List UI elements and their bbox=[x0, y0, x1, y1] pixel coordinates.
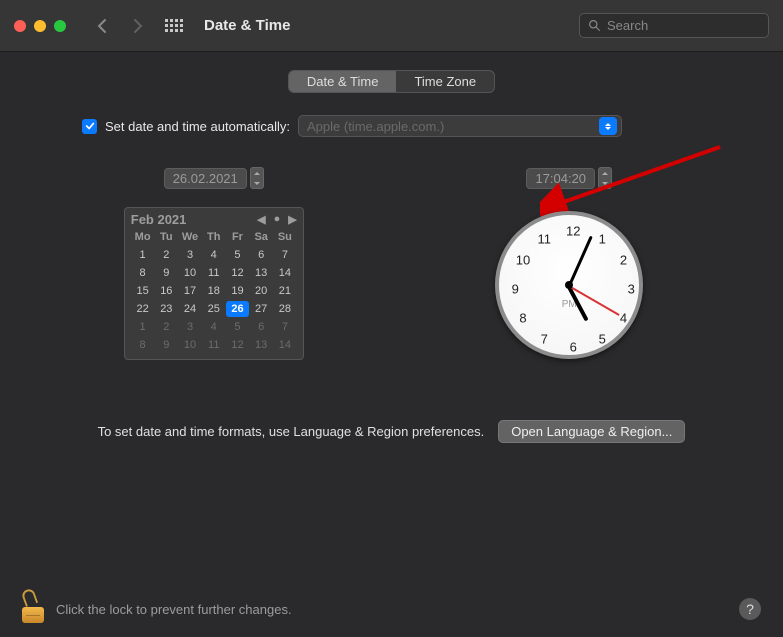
clock-number: 8 bbox=[514, 311, 532, 326]
calendar-dow: We bbox=[178, 229, 202, 245]
calendar-day[interactable]: 13 bbox=[249, 337, 273, 353]
calendar-day[interactable]: 28 bbox=[273, 301, 297, 317]
calendar-day[interactable]: 12 bbox=[226, 265, 250, 281]
calendar-day[interactable]: 3 bbox=[178, 319, 202, 335]
calendar-day[interactable]: 3 bbox=[178, 247, 202, 263]
set-automatically-checkbox[interactable] bbox=[82, 119, 97, 134]
chevron-updown-icon bbox=[599, 117, 617, 135]
grid-icon bbox=[165, 19, 183, 32]
window-title: Date & Time bbox=[204, 17, 290, 34]
back-button[interactable] bbox=[88, 14, 116, 38]
clock-number: 6 bbox=[564, 340, 582, 355]
calendar-day[interactable]: 7 bbox=[273, 319, 297, 335]
search-input[interactable]: Search bbox=[579, 13, 769, 38]
calendar-day[interactable]: 14 bbox=[273, 337, 297, 353]
lock-message: Click the lock to prevent further change… bbox=[56, 602, 292, 617]
calendar-day[interactable]: 8 bbox=[131, 265, 155, 281]
calendar-day[interactable]: 11 bbox=[202, 337, 226, 353]
calendar-dow: Su bbox=[273, 229, 297, 245]
time-server-dropdown[interactable]: Apple (time.apple.com.) bbox=[298, 115, 622, 137]
calendar-day[interactable]: 8 bbox=[131, 337, 155, 353]
calendar-day[interactable]: 10 bbox=[178, 265, 202, 281]
calendar-dow: Tu bbox=[154, 229, 178, 245]
clock-number: 11 bbox=[535, 231, 553, 246]
calendar-day[interactable]: 4 bbox=[202, 319, 226, 335]
calendar-day[interactable]: 24 bbox=[178, 301, 202, 317]
minimize-window-button[interactable] bbox=[34, 20, 46, 32]
calendar-day[interactable]: 19 bbox=[226, 283, 250, 299]
clock-number: 2 bbox=[614, 253, 632, 268]
calendar-day[interactable]: 12 bbox=[226, 337, 250, 353]
open-language-region-button[interactable]: Open Language & Region... bbox=[498, 420, 685, 443]
calendar-day[interactable]: 6 bbox=[249, 319, 273, 335]
tab-time-zone[interactable]: Time Zone bbox=[396, 71, 494, 92]
time-field[interactable]: 17:04:20 bbox=[526, 168, 595, 189]
calendar-day[interactable]: 17 bbox=[178, 283, 202, 299]
calendar-today-icon[interactable]: ● bbox=[274, 213, 281, 226]
clock-number: 7 bbox=[535, 332, 553, 347]
time-stepper[interactable] bbox=[598, 167, 612, 189]
calendar-next-icon[interactable]: ▶ bbox=[288, 213, 296, 226]
calendar-dow: Mo bbox=[131, 229, 155, 245]
calendar-day[interactable]: 4 bbox=[202, 247, 226, 263]
tab-bar: Date & Time Time Zone bbox=[26, 70, 757, 93]
clock-number: 5 bbox=[593, 332, 611, 347]
calendar-day[interactable]: 13 bbox=[249, 265, 273, 281]
calendar-day[interactable]: 22 bbox=[131, 301, 155, 317]
calendar-day[interactable]: 16 bbox=[154, 283, 178, 299]
calendar-dow: Th bbox=[202, 229, 226, 245]
calendar-day[interactable]: 14 bbox=[273, 265, 297, 281]
forward-button[interactable] bbox=[124, 14, 152, 38]
time-server-value: Apple (time.apple.com.) bbox=[307, 119, 444, 134]
calendar-day[interactable]: 26 bbox=[226, 301, 250, 317]
clock-number: 1 bbox=[593, 231, 611, 246]
calendar-day[interactable]: 27 bbox=[249, 301, 273, 317]
clock-number: 3 bbox=[622, 282, 640, 297]
calendar[interactable]: Feb 2021 ◀ ● ▶ MoTuWeThFrSaSu12345678910… bbox=[124, 207, 304, 360]
calendar-day[interactable]: 1 bbox=[131, 319, 155, 335]
calendar-day[interactable]: 1 bbox=[131, 247, 155, 263]
calendar-day[interactable]: 25 bbox=[202, 301, 226, 317]
toolbar: Date & Time Search bbox=[0, 0, 783, 52]
calendar-day[interactable]: 10 bbox=[178, 337, 202, 353]
clock-number: 10 bbox=[514, 253, 532, 268]
tab-date-time[interactable]: Date & Time bbox=[289, 71, 397, 92]
analog-clock: 123456789101112 PM bbox=[495, 211, 643, 359]
calendar-day[interactable]: 2 bbox=[154, 247, 178, 263]
show-all-button[interactable] bbox=[160, 14, 188, 38]
calendar-day[interactable]: 23 bbox=[154, 301, 178, 317]
calendar-day[interactable]: 20 bbox=[249, 283, 273, 299]
clock-number: 12 bbox=[564, 224, 582, 239]
calendar-day[interactable]: 9 bbox=[154, 265, 178, 281]
zoom-window-button[interactable] bbox=[54, 20, 66, 32]
calendar-day[interactable]: 5 bbox=[226, 247, 250, 263]
clock-number: 9 bbox=[506, 282, 524, 297]
help-button[interactable]: ? bbox=[739, 598, 761, 620]
calendar-day[interactable]: 5 bbox=[226, 319, 250, 335]
format-hint: To set date and time formats, use Langua… bbox=[98, 424, 485, 439]
calendar-day[interactable]: 2 bbox=[154, 319, 178, 335]
calendar-day[interactable]: 15 bbox=[131, 283, 155, 299]
lock-icon[interactable] bbox=[22, 595, 44, 623]
calendar-day[interactable]: 9 bbox=[154, 337, 178, 353]
calendar-prev-icon[interactable]: ◀ bbox=[257, 213, 265, 226]
calendar-month-label: Feb 2021 bbox=[131, 212, 187, 227]
set-automatically-label: Set date and time automatically: bbox=[105, 119, 290, 134]
window-controls bbox=[14, 20, 66, 32]
calendar-dow: Fr bbox=[226, 229, 250, 245]
date-field[interactable]: 26.02.2021 bbox=[164, 168, 247, 189]
search-placeholder: Search bbox=[607, 18, 648, 33]
calendar-day[interactable]: 21 bbox=[273, 283, 297, 299]
calendar-day[interactable]: 6 bbox=[249, 247, 273, 263]
date-stepper[interactable] bbox=[250, 167, 264, 189]
close-window-button[interactable] bbox=[14, 20, 26, 32]
calendar-day[interactable]: 7 bbox=[273, 247, 297, 263]
calendar-day[interactable]: 11 bbox=[202, 265, 226, 281]
calendar-dow: Sa bbox=[249, 229, 273, 245]
search-icon bbox=[588, 19, 601, 32]
calendar-day[interactable]: 18 bbox=[202, 283, 226, 299]
